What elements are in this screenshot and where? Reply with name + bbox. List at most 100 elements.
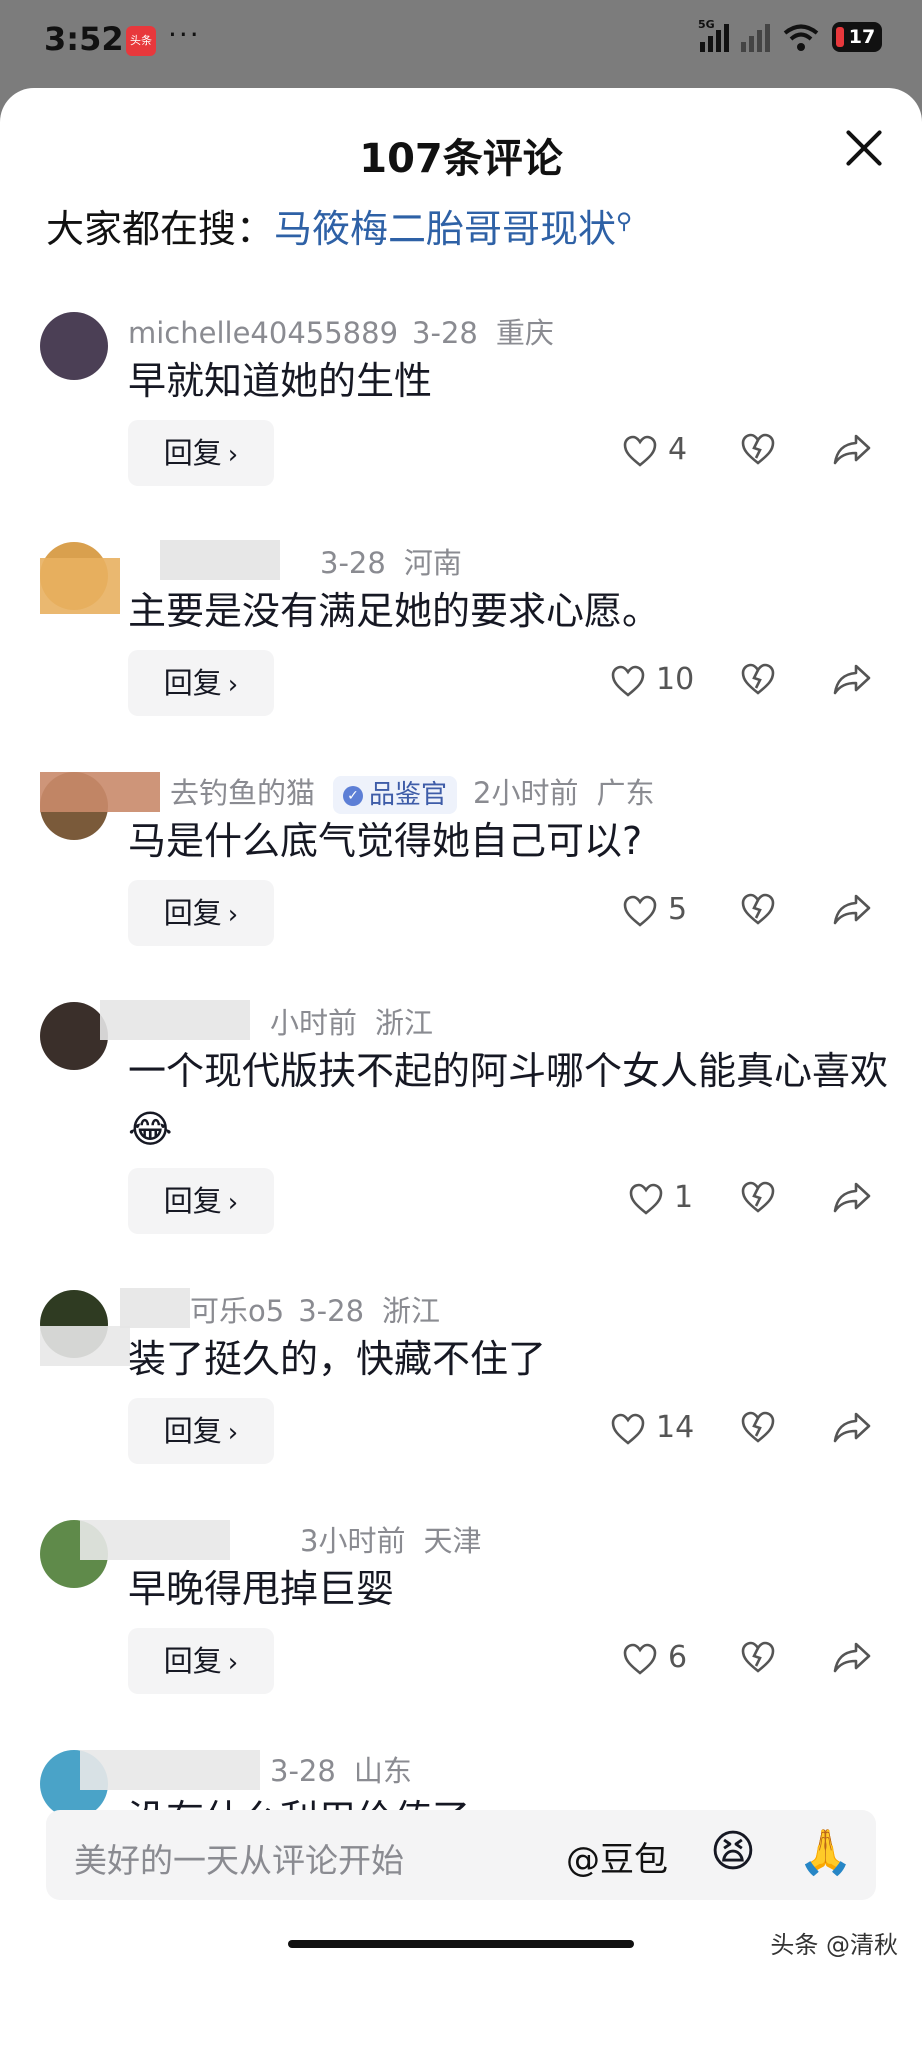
status-icons: 5G 17 (698, 18, 882, 52)
more-notifications-icon: ··· (168, 18, 201, 51)
chevron-right-icon: › (227, 1418, 239, 1448)
comment-input[interactable]: 美好的一天从评论开始 (74, 1834, 404, 1882)
heart-icon (629, 1183, 663, 1215)
like-button[interactable]: 1 (628, 1180, 693, 1216)
chevron-right-icon: › (227, 900, 239, 930)
watermark: 头条 @清秋 (770, 1931, 898, 1959)
like-button[interactable]: 5 (622, 892, 687, 928)
reply-button[interactable]: 回复› (128, 650, 274, 716)
username[interactable]: michelle40455889 (128, 316, 398, 350)
reply-button[interactable]: 回复› (128, 1168, 274, 1234)
share-icon[interactable] (832, 1180, 872, 1214)
like-button[interactable]: 6 (622, 1640, 687, 1676)
comment-location: 天津 (423, 1524, 482, 1558)
comment-location: 浙江 (375, 1006, 434, 1040)
pixelated-avatar (40, 772, 160, 812)
pixelated-username (160, 540, 280, 580)
heart-icon (623, 1643, 657, 1675)
status-time: 3:52 (44, 20, 124, 58)
comment-meta: 小时前 浙江 (270, 1000, 433, 1042)
pixelated-avatar (40, 558, 120, 614)
home-indicator[interactable] (288, 1940, 634, 1948)
comment-meta: 3-28 山东 (270, 1748, 412, 1790)
dislike-icon[interactable] (740, 1640, 776, 1674)
comment-location: 广东 (596, 776, 655, 810)
share-icon[interactable] (832, 1640, 872, 1674)
chevron-right-icon: › (227, 440, 239, 470)
signal-5g-icon: 5G (698, 18, 729, 52)
dislike-icon[interactable] (740, 1180, 776, 1214)
comment-text: 马是什么底气觉得她自己可以? (128, 819, 643, 863)
heart-icon (611, 1413, 645, 1445)
pixelated-username (100, 1000, 250, 1040)
mention-doubao-button[interactable]: @豆包 (566, 1832, 668, 1881)
dislike-icon[interactable] (740, 662, 776, 696)
comment-date: 3-28 (270, 1754, 336, 1788)
share-icon[interactable] (832, 1410, 872, 1444)
like-count: 5 (668, 892, 688, 927)
like-count: 10 (656, 662, 695, 697)
wifi-icon (783, 24, 819, 51)
comment-text: 早就知道她的生性 (128, 359, 433, 403)
comment-text: 装了挺久的，快藏不住了 (128, 1337, 547, 1381)
comment-location: 浙江 (382, 1294, 441, 1328)
taster-badge: ✓ 品鉴官 (333, 776, 458, 814)
share-icon[interactable] (832, 432, 872, 466)
dislike-icon[interactable] (740, 432, 776, 466)
pixelated-avatar (40, 1326, 130, 1366)
share-icon[interactable] (832, 662, 872, 696)
comment-location: 山东 (353, 1754, 412, 1788)
heart-icon (623, 895, 657, 927)
share-icon[interactable] (832, 892, 872, 926)
dislike-icon[interactable] (740, 1410, 776, 1444)
signal-icon (741, 22, 770, 52)
like-count: 6 (668, 1640, 688, 1675)
dislike-icon[interactable] (740, 892, 776, 926)
pixelated-username (80, 1520, 230, 1560)
pray-emoji-icon[interactable]: 🙏 (798, 1826, 853, 1878)
comment-text: 一个现代版扶不起的阿斗哪个女人能真心喜欢😂 (128, 1049, 889, 1151)
comment-text: 主要是没有满足她的要求心愿。 (128, 589, 661, 633)
reply-button[interactable]: 回复› (128, 1398, 274, 1464)
pixelated-username (80, 1750, 260, 1790)
like-button[interactable]: 10 (610, 662, 694, 698)
reply-button[interactable]: 回复› (128, 880, 274, 946)
comment-meta: 可乐o5 3-28 浙江 (190, 1288, 440, 1330)
comment-sheet: 107条评论 大家都在搜：马筱梅二胎哥哥现状⚲ michelle40455889… (0, 88, 922, 2048)
chevron-right-icon: › (227, 1188, 239, 1218)
toutiao-app-icon: 头条 (126, 26, 156, 56)
comment-date: 3-28 (320, 546, 386, 580)
comment-meta: michelle40455889 3-28 重庆 (128, 310, 554, 352)
like-count: 4 (668, 432, 688, 467)
pixelated-username (120, 1288, 190, 1328)
battery-icon: 17 (832, 22, 882, 52)
comment-list: michelle40455889 3-28 重庆 早就知道她的生性 回复 › 4 3-… (0, 88, 922, 1868)
chevron-right-icon: › (227, 670, 239, 700)
comment-meta: 3-28 河南 (320, 540, 462, 582)
comment-date: 2小时前 (473, 776, 579, 810)
comment-location: 河南 (403, 546, 462, 580)
avatar[interactable] (40, 312, 108, 380)
comment-location: 重庆 (495, 316, 554, 350)
comment-meta: 去钓鱼的猫 ✓ 品鉴官 2小时前 广东 (170, 770, 655, 814)
comment-date: 3-28 (412, 316, 478, 350)
chevron-right-icon: › (227, 1648, 239, 1678)
comment-input-bar[interactable]: 美好的一天从评论开始 @豆包 😫 🙏 (46, 1810, 876, 1900)
comment-text: 早晚得甩掉巨婴 (128, 1567, 395, 1611)
like-button[interactable]: 14 (610, 1410, 694, 1446)
status-bar: 3:52 头条 ··· 5G 17 (0, 0, 922, 84)
comment-date: 3-28 (298, 1294, 365, 1328)
crying-emoji-icon[interactable]: 😫 (710, 1826, 756, 1877)
like-button[interactable]: 4 (622, 432, 687, 468)
heart-icon (611, 665, 645, 697)
comment-date: 3小时前 (300, 1524, 406, 1558)
avatar[interactable] (40, 1002, 108, 1070)
reply-button[interactable]: 回复› (128, 420, 274, 486)
username[interactable]: 去钓鱼的猫 (170, 776, 315, 810)
username[interactable]: 可乐o5 (190, 1294, 284, 1328)
reply-button[interactable]: 回复› (128, 1628, 274, 1694)
verified-icon: ✓ (343, 785, 364, 806)
comment-date: 小时前 (270, 1006, 358, 1040)
heart-icon (623, 435, 657, 467)
like-count: 1 (674, 1180, 694, 1215)
